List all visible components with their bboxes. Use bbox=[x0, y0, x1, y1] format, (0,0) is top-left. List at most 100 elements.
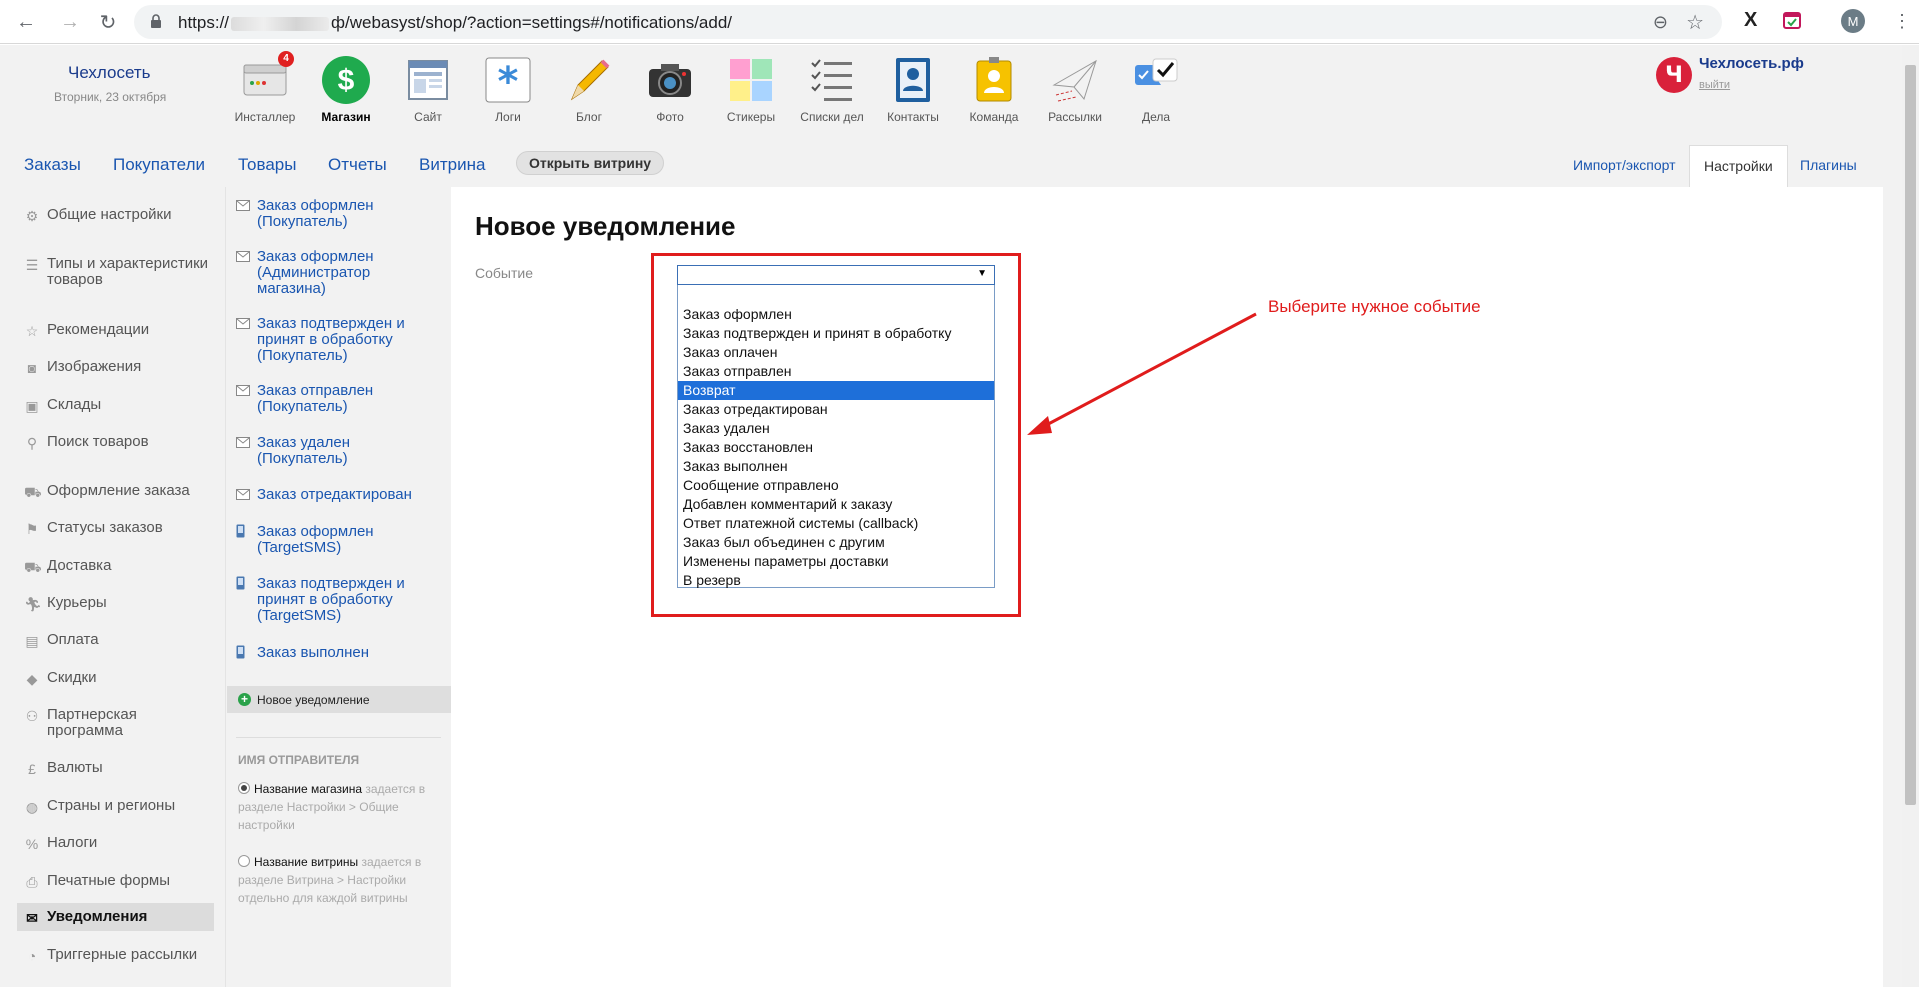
tab-plugins[interactable]: Плагины bbox=[1800, 157, 1857, 173]
sidebar-item-payment[interactable]: ▤ Оплата bbox=[24, 631, 214, 650]
sidebar-item-taxes[interactable]: % Налоги bbox=[24, 835, 214, 853]
sidebar-item-label: Склады bbox=[47, 396, 102, 413]
sidebar-item-label: Рекомендации bbox=[47, 321, 150, 338]
sidebar-item-countries[interactable]: ◍ Страны и регионы bbox=[24, 798, 214, 816]
sidebar-item-general[interactable]: ⚙ Общие настройки bbox=[24, 206, 214, 225]
sender-option-store[interactable]: Название магазина задается в разделе Нас… bbox=[238, 780, 443, 834]
notification-label: Заказ удален (Покупатель) bbox=[257, 434, 350, 467]
app-photo[interactable]: Фото bbox=[634, 55, 706, 124]
notification-item[interactable]: Заказ оформлен (Администратор магазина) bbox=[236, 249, 441, 297]
notification-item[interactable]: Заказ выполнен bbox=[236, 645, 441, 661]
bookmark-star-icon[interactable]: ☆ bbox=[1686, 10, 1704, 35]
app-shop[interactable]: $ Магазин bbox=[310, 55, 382, 124]
app-stickers[interactable]: Стикеры bbox=[715, 55, 787, 124]
mobile-phone-icon bbox=[236, 524, 245, 538]
account-name[interactable]: Чехлосеть bbox=[68, 63, 151, 83]
app-label: Фото bbox=[656, 110, 684, 124]
sidebar-item-label: Статусы заказов bbox=[47, 519, 163, 536]
tab-settings[interactable]: Настройки bbox=[1689, 145, 1788, 187]
sidebar-item-search[interactable]: ⚲ Поиск товаров bbox=[24, 434, 214, 452]
radio-checked[interactable] bbox=[238, 782, 250, 794]
address-bar[interactable]: https://ф/webasyst/shop/?action=settings… bbox=[134, 5, 1722, 39]
page-margin bbox=[1883, 187, 1902, 987]
app-tasks[interactable]: Дела bbox=[1120, 55, 1192, 124]
envelope-icon bbox=[236, 437, 250, 448]
tab-customers[interactable]: Покупатели bbox=[113, 155, 205, 175]
notification-item[interactable]: Заказ подтвержден и принят в обработку (… bbox=[236, 576, 441, 624]
extension-calendar-icon[interactable] bbox=[1782, 10, 1802, 36]
sidebar-item-couriers[interactable]: 🏃︎ Курьеры bbox=[24, 595, 214, 613]
open-storefront-button[interactable]: Открыть витрину bbox=[516, 151, 665, 175]
team-icon bbox=[969, 55, 1019, 105]
flag-icon: ⚑ bbox=[25, 521, 39, 537]
sidebar-item-label: Партнерская программа bbox=[47, 706, 137, 739]
app-header: Чехлосеть Вторник, 23 октября 4 Инсталле… bbox=[0, 45, 1919, 143]
tab-reports[interactable]: Отчеты bbox=[328, 155, 387, 175]
app-checklists[interactable]: Списки дел bbox=[796, 55, 868, 124]
notification-item[interactable]: Заказ подтвержден и принят в обработку (… bbox=[236, 316, 441, 364]
sidebar-item-shipping[interactable]: ⛟ Доставка bbox=[24, 558, 214, 576]
brand-logo[interactable]: Ч bbox=[1656, 57, 1692, 93]
tab-storefront[interactable]: Витрина bbox=[419, 155, 485, 175]
sidebar-item-label: Общие настройки bbox=[47, 206, 172, 223]
sidebar-item-checkout[interactable]: ⛟ Оформление заказа bbox=[24, 483, 214, 501]
notification-item[interactable]: Заказ оформлен (Покупатель) bbox=[236, 198, 441, 230]
app-contacts[interactable]: Контакты bbox=[877, 55, 949, 124]
partner-icon: ⚇ bbox=[25, 708, 39, 724]
app-logs[interactable]: * Логи bbox=[472, 55, 544, 124]
sidebar-item-recommendations[interactable]: ☆ Рекомендации bbox=[24, 321, 214, 340]
sidebar-item-discounts[interactable]: ◆ Скидки bbox=[24, 670, 214, 688]
main-content: Новое уведомление Событие ▼ Заказ оформл… bbox=[452, 187, 1884, 987]
reload-icon[interactable]: ↻ bbox=[96, 10, 120, 34]
new-notification-item[interactable]: + Новое уведомление bbox=[227, 686, 451, 713]
app-site[interactable]: Сайт bbox=[392, 55, 464, 124]
sidebar-item-printforms[interactable]: ⎙ Печатные формы bbox=[24, 873, 214, 891]
forward-arrow-icon[interactable]: → bbox=[58, 10, 82, 34]
profile-avatar[interactable]: M bbox=[1841, 9, 1865, 33]
sender-option-storefront[interactable]: Название витрины задается в разделе Витр… bbox=[238, 853, 443, 907]
app-label: Команда bbox=[969, 110, 1019, 124]
logout-link[interactable]: выйти bbox=[1699, 79, 1730, 91]
envelope-icon: ✉ bbox=[26, 910, 38, 926]
browser-menu-icon[interactable]: ⋮ bbox=[1893, 10, 1911, 32]
sidebar-item-triggers[interactable]: ◔ Триггерные рассылки bbox=[24, 947, 214, 965]
radio-unchecked[interactable] bbox=[238, 855, 250, 867]
scrollbar-thumb[interactable] bbox=[1905, 65, 1916, 805]
page-scrollbar[interactable] bbox=[1902, 45, 1919, 987]
sidebar-item-affiliate[interactable]: ⚇ Партнерская программа bbox=[24, 707, 214, 739]
sidebar-item-label: Оплата bbox=[47, 631, 99, 648]
tab-products[interactable]: Товары bbox=[238, 155, 296, 175]
sidebar-item-currencies[interactable]: £ Валюты bbox=[24, 760, 214, 778]
app-label: Списки дел bbox=[800, 110, 864, 124]
logs-icon: * bbox=[483, 55, 533, 105]
sidebar-item-types[interactable]: ☰ Типы и характеристики товаров bbox=[24, 256, 214, 288]
back-arrow-icon[interactable]: ← bbox=[14, 10, 38, 34]
annotation-text: Выберите нужное событие bbox=[1268, 297, 1481, 316]
sidebar-item-statuses[interactable]: ⚑ Статусы заказов bbox=[24, 519, 214, 538]
app-mailer[interactable]: Рассылки bbox=[1039, 55, 1111, 124]
brand-name[interactable]: Чехлосеть.рф bbox=[1699, 55, 1804, 72]
app-team[interactable]: Команда bbox=[958, 55, 1030, 124]
sidebar-item-images[interactable]: ◙ Изображения bbox=[24, 359, 214, 377]
svg-text:*: * bbox=[498, 59, 519, 105]
extension-x-icon[interactable]: X bbox=[1744, 9, 1757, 32]
sidebar-item-notifications[interactable]: ✉ Уведомления bbox=[17, 903, 214, 931]
page-title: Новое уведомление bbox=[475, 211, 736, 241]
box-icon: ▣ bbox=[25, 398, 39, 414]
app-blog[interactable]: Блог bbox=[553, 55, 625, 124]
zoom-icon[interactable]: ⊖ bbox=[1653, 12, 1668, 33]
tab-orders[interactable]: Заказы bbox=[24, 155, 81, 175]
sidebar-item-stocks[interactable]: ▣ Склады bbox=[24, 396, 214, 415]
checklists-icon bbox=[807, 55, 857, 105]
notification-item[interactable]: Заказ отправлен (Покупатель) bbox=[236, 383, 441, 415]
notification-item[interactable]: Заказ удален (Покупатель) bbox=[236, 435, 441, 467]
tab-import-export[interactable]: Импорт/экспорт bbox=[1573, 157, 1676, 173]
notification-item[interactable]: Заказ оформлен (TargetSMS) bbox=[236, 524, 441, 556]
list-icon: ☰ bbox=[25, 257, 39, 273]
notification-item[interactable]: Заказ отредактирован bbox=[236, 487, 441, 503]
app-label: Контакты bbox=[887, 110, 939, 124]
option-title: Название витрины bbox=[254, 855, 359, 869]
app-installer[interactable]: 4 Инсталлер bbox=[229, 51, 301, 124]
sidebar-item-label: Типы и характеристики товаров bbox=[47, 255, 209, 288]
notification-label: Заказ подтвержден и принят в обработку (… bbox=[257, 315, 405, 364]
